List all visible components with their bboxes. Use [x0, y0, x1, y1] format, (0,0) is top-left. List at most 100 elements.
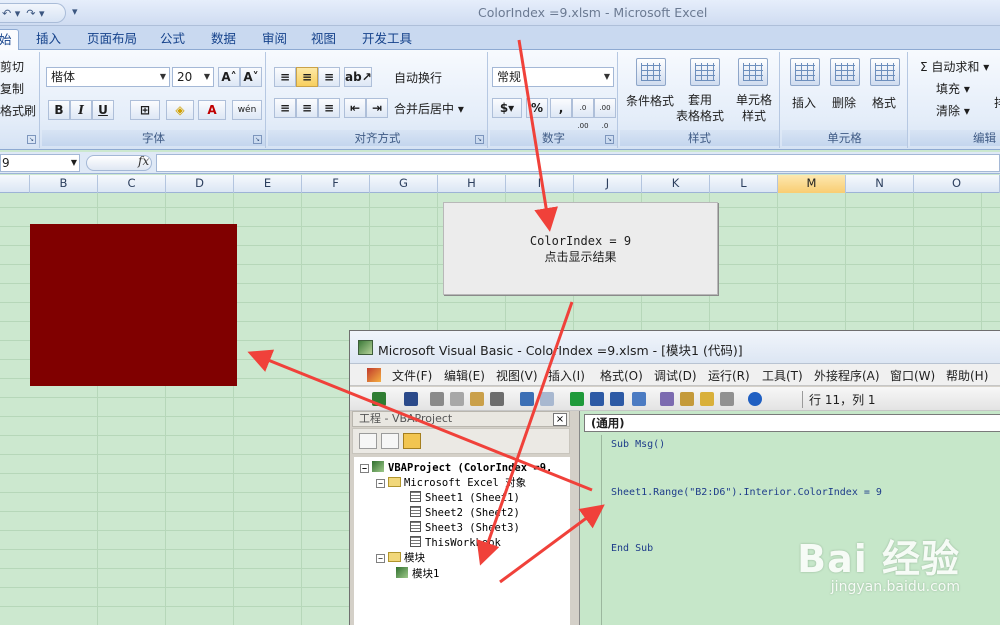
tree-node-sheet3[interactable]: Sheet3 (Sheet3)	[410, 521, 520, 536]
column-header-d[interactable]: D	[166, 175, 234, 193]
percent-button[interactable]: %	[526, 98, 548, 118]
orientation-icon[interactable]: ab↗	[344, 67, 372, 87]
code-line-colorindex[interactable]: Sheet1.Range("B2:D6").Interior.ColorInde…	[611, 487, 882, 498]
format-cells-button[interactable]: 格式	[872, 94, 896, 111]
conditional-format-button[interactable]: 条件格式	[626, 92, 674, 109]
toolbox-icon[interactable]	[720, 392, 734, 406]
align-left-icon[interactable]: ≡	[274, 98, 296, 118]
align-right-icon[interactable]: ≡	[318, 98, 340, 118]
collapse-icon[interactable]: −	[360, 464, 369, 473]
tab-formulas[interactable]: 公式	[160, 29, 185, 50]
merge-center-button[interactable]: 合并后居中 ▾	[394, 100, 464, 117]
column-header-e[interactable]: E	[234, 175, 302, 193]
cell-styles-icon[interactable]	[738, 58, 768, 86]
close-icon[interactable]: ×	[553, 413, 567, 426]
column-header-n[interactable]: N	[846, 175, 914, 193]
format-cells-icon[interactable]	[870, 58, 900, 86]
toggle-folders-icon[interactable]	[403, 433, 421, 449]
format-as-table-button[interactable]: 套用 表格格式	[676, 92, 724, 124]
excel-object-icon[interactable]	[367, 368, 381, 382]
object-browser-icon[interactable]	[700, 392, 714, 406]
copy-icon[interactable]	[450, 392, 464, 406]
comma-button[interactable]: ,	[550, 98, 572, 118]
tab-data[interactable]: 数据	[211, 29, 236, 50]
insert-cells-button[interactable]: 插入	[792, 94, 816, 111]
undo-button[interactable]: ↶ ▾	[2, 7, 20, 20]
pause-icon[interactable]	[590, 392, 604, 406]
wrap-text-button[interactable]: 自动换行	[394, 69, 442, 86]
paste-icon[interactable]	[470, 392, 484, 406]
cut-button[interactable]: 剪切	[0, 58, 24, 75]
menu-file[interactable]: 文件(F)	[392, 367, 432, 384]
save-icon[interactable]	[404, 392, 418, 406]
column-header-f[interactable]: F	[302, 175, 370, 193]
menu-window[interactable]: 窗口(W)	[890, 367, 935, 384]
menu-addins[interactable]: 外接程序(A)	[814, 367, 880, 384]
insert-cells-icon[interactable]	[790, 58, 820, 86]
tree-node-module1[interactable]: 模块1	[396, 567, 439, 582]
column-header-h[interactable]: H	[438, 175, 506, 193]
shrink-font-button[interactable]: A˅	[240, 67, 262, 87]
delete-cells-icon[interactable]	[830, 58, 860, 86]
tree-node-sheet2[interactable]: Sheet2 (Sheet2)	[410, 506, 520, 521]
insert-function-button[interactable]: fx	[138, 154, 149, 168]
menu-view[interactable]: 视图(V)	[496, 367, 538, 384]
filled-range-b2-d6[interactable]	[30, 224, 237, 386]
project-explorer-icon[interactable]	[660, 392, 674, 406]
column-header-m[interactable]: M	[778, 175, 846, 193]
column-header-i[interactable]: I	[506, 175, 574, 193]
column-header-b[interactable]: B	[30, 175, 98, 193]
code-margin[interactable]	[580, 435, 602, 625]
fill-button[interactable]: 填充 ▾	[936, 80, 970, 97]
column-header-j[interactable]: J	[574, 175, 642, 193]
sort-filter-button[interactable]: 排	[994, 94, 1000, 111]
tree-node-excel-objects[interactable]: − Microsoft Excel 对象	[376, 476, 526, 491]
formula-input[interactable]	[156, 154, 1000, 172]
properties-icon[interactable]	[680, 392, 694, 406]
code-line-sub[interactable]: Sub Msg()	[611, 439, 665, 450]
underline-button[interactable]: U	[92, 100, 114, 120]
view-object-icon[interactable]	[381, 433, 399, 449]
clear-button[interactable]: 清除 ▾	[936, 102, 970, 119]
align-middle-icon[interactable]: ≡	[296, 67, 318, 87]
font-name-combo[interactable]: 楷体 ▼	[46, 67, 170, 87]
currency-icon[interactable]: $▾	[492, 98, 522, 118]
align-top-icon[interactable]: ≡	[274, 67, 296, 87]
tab-home[interactable]: 始	[0, 29, 19, 50]
borders-icon[interactable]: ⊞	[130, 100, 160, 120]
format-painter-button[interactable]: 格式刷	[0, 102, 36, 119]
run-icon[interactable]	[570, 392, 584, 406]
tree-node-modules[interactable]: − 模块	[376, 551, 425, 566]
column-header-o[interactable]: O	[914, 175, 1000, 193]
alignment-launcher-icon[interactable]: ↘	[475, 135, 484, 144]
view-excel-icon[interactable]	[372, 392, 386, 406]
view-code-icon[interactable]	[359, 433, 377, 449]
object-selector[interactable]: (通用)	[584, 414, 1000, 432]
align-center-icon[interactable]: ≡	[296, 98, 318, 118]
decrease-indent-icon[interactable]: ⇤	[344, 98, 366, 118]
tab-page-layout[interactable]: 页面布局	[87, 29, 137, 50]
undo-icon[interactable]	[520, 392, 534, 406]
increase-indent-icon[interactable]: ⇥	[366, 98, 388, 118]
bold-button[interactable]: B	[48, 100, 70, 120]
tab-review[interactable]: 审阅	[262, 29, 287, 50]
cut-icon[interactable]	[430, 392, 444, 406]
column-header-g[interactable]: G	[370, 175, 438, 193]
grow-font-button[interactable]: A˄	[218, 67, 240, 87]
font-launcher-icon[interactable]: ↘	[253, 135, 262, 144]
menu-insert[interactable]: 插入(I)	[548, 367, 585, 384]
tab-developer[interactable]: 开发工具	[362, 29, 412, 50]
font-size-combo[interactable]: 20 ▼	[172, 67, 214, 87]
menu-debug[interactable]: 调试(D)	[654, 367, 697, 384]
name-box[interactable]: 9 ▼	[0, 154, 80, 172]
number-launcher-icon[interactable]: ↘	[605, 135, 614, 144]
tab-insert[interactable]: 插入	[36, 29, 61, 50]
increase-decimal-button[interactable]: .0 .00	[572, 98, 594, 130]
autosum-button[interactable]: Σ 自动求和 ▾	[920, 58, 989, 75]
decrease-decimal-button[interactable]: .00 .0	[594, 98, 616, 130]
conditional-format-icon[interactable]	[636, 58, 666, 86]
column-header-k[interactable]: K	[642, 175, 710, 193]
clipboard-launcher-icon[interactable]: ↘	[27, 135, 36, 144]
collapse-icon[interactable]: −	[376, 554, 385, 563]
menu-help[interactable]: 帮助(H)	[946, 367, 988, 384]
